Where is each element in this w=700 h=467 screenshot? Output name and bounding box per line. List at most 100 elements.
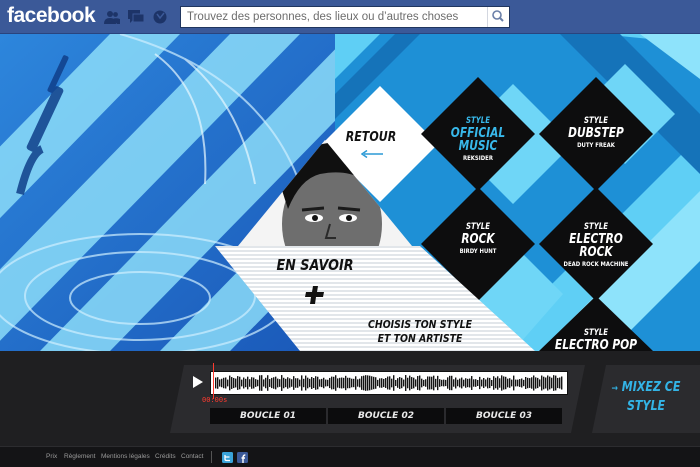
- waveform-bar: [551, 377, 553, 389]
- waveform-bar: [357, 379, 359, 387]
- waveform-bar: [287, 377, 289, 389]
- waveform-bar: [253, 377, 255, 389]
- waveform-bar: [529, 378, 531, 388]
- search-button[interactable]: [487, 7, 509, 27]
- footer-link-contact[interactable]: Contact: [181, 453, 203, 460]
- waveform-bar: [437, 375, 439, 391]
- loop-1-button[interactable]: BOUCLE 01: [210, 408, 326, 424]
- play-icon[interactable]: [192, 375, 204, 389]
- waveform-bar: [459, 378, 461, 388]
- footer-link-credits[interactable]: Crédits: [155, 453, 176, 460]
- waveform-bar: [371, 376, 373, 390]
- mix-line-2: STYLE: [626, 399, 666, 414]
- waveform-bar: [435, 378, 437, 388]
- search-input[interactable]: [181, 7, 481, 27]
- facebook-icon[interactable]: [237, 452, 248, 463]
- twitter-icon[interactable]: [222, 452, 233, 463]
- waveform-bar: [451, 375, 453, 391]
- waveform-bar: [457, 379, 459, 387]
- waveform-bar: [441, 379, 443, 387]
- loop-3-button[interactable]: BOUCLE 03: [446, 408, 562, 424]
- style-artist: BIRDY HUNT: [459, 246, 497, 255]
- plus-icon: [305, 286, 324, 304]
- waveform-bar: [539, 379, 541, 387]
- waveform-bar: [481, 379, 483, 387]
- waveform-bar: [275, 376, 277, 390]
- style-rock[interactable]: STYLE ROCK BIRDY HUNT: [437, 223, 519, 254]
- tagline-line-1: CHOISIS TON STYLE: [368, 318, 472, 331]
- notifications-icon[interactable]: [152, 10, 168, 24]
- footer-link-prix[interactable]: Prix: [46, 453, 57, 460]
- waveform-bar: [507, 378, 509, 388]
- waveform-bar: [313, 377, 315, 389]
- waveform-bar: [553, 375, 555, 391]
- friend-requests-icon[interactable]: [104, 10, 120, 24]
- waveform-bar: [347, 377, 349, 389]
- waveform-bar: [361, 376, 363, 390]
- waveform-bar: [307, 377, 309, 389]
- waveform-bar: [227, 379, 229, 387]
- facebook-logo[interactable]: facebook: [7, 4, 96, 28]
- waveform-bar: [387, 376, 389, 390]
- waveform-bar: [471, 376, 473, 390]
- waveform-bar: [331, 376, 333, 390]
- waveform-bar: [285, 378, 287, 388]
- waveform-bar: [325, 379, 327, 387]
- waveform-bar: [399, 377, 401, 389]
- waveform-bar: [537, 377, 539, 389]
- messages-icon[interactable]: [128, 10, 144, 24]
- waveform-bar: [445, 379, 447, 387]
- waveform-bar: [557, 377, 559, 389]
- footer-link-mentions[interactable]: Mentions légales: [101, 453, 150, 460]
- waveform-bar: [409, 375, 411, 391]
- waveform-bar: [243, 377, 245, 389]
- waveform-bar: [477, 379, 479, 387]
- en-savoir-button[interactable]: EN SAVOIR: [250, 248, 380, 318]
- waveform: [215, 375, 563, 391]
- waveform-bar: [341, 377, 343, 389]
- style-electro-rock[interactable]: STYLE ELECTRO ROCK DEAD ROCK MACHINE: [551, 223, 641, 267]
- style-official-music[interactable]: STYLE OFFICIAL MUSIC REKSIDER: [437, 117, 519, 161]
- waveform-scrubber[interactable]: [210, 363, 568, 399]
- waveform-bar: [377, 379, 379, 387]
- waveform-bar: [247, 376, 249, 390]
- retour-button[interactable]: RETOUR: [335, 122, 407, 166]
- waveform-bar: [517, 379, 519, 387]
- waveform-bar: [555, 375, 557, 391]
- waveform-bar: [365, 375, 367, 391]
- waveform-bar: [233, 377, 235, 389]
- waveform-bar: [281, 375, 283, 391]
- waveform-bar: [381, 378, 383, 388]
- retour-label: RETOUR: [345, 130, 397, 145]
- search-icon: [492, 10, 504, 22]
- waveform-bar: [277, 378, 279, 388]
- waveform-bar: [305, 375, 307, 391]
- waveform-bar: [249, 379, 251, 387]
- style-label: STYLE: [583, 328, 609, 338]
- style-dubstep[interactable]: STYLE DUBSTEP DUTY FREAK: [555, 117, 637, 148]
- footer-link-reglement[interactable]: Règlement: [64, 453, 95, 460]
- style-label: STYLE: [465, 116, 491, 126]
- playhead[interactable]: [213, 363, 214, 399]
- waveform-bar: [349, 377, 351, 389]
- loop-2-button[interactable]: BOUCLE 02: [328, 408, 444, 424]
- style-name: ELECTRO POP: [554, 337, 638, 352]
- waveform-bar: [299, 379, 301, 387]
- waveform-bar: [411, 377, 413, 389]
- waveform-bar: [393, 375, 395, 391]
- style-label: STYLE: [583, 222, 609, 232]
- waveform-bar: [251, 377, 253, 389]
- waveform-bar: [511, 379, 513, 387]
- waveform-bar: [295, 378, 297, 388]
- waveform-bar: [385, 378, 387, 388]
- style-name: DUBSTEP: [568, 125, 624, 141]
- music-player: 00:00s BOUCLE 01 BOUCLE 02 BOUCLE 03 → M…: [0, 351, 700, 446]
- waveform-bar: [431, 376, 433, 390]
- waveform-bar: [351, 378, 353, 388]
- waveform-bar: [521, 378, 523, 388]
- waveform-bar: [301, 375, 303, 391]
- waveform-bar: [479, 376, 481, 390]
- style-electro-pop[interactable]: STYLE ELECTRO POP: [551, 329, 641, 351]
- mix-line-1: MIXEZ CE: [621, 380, 681, 395]
- waveform-bar: [271, 377, 273, 389]
